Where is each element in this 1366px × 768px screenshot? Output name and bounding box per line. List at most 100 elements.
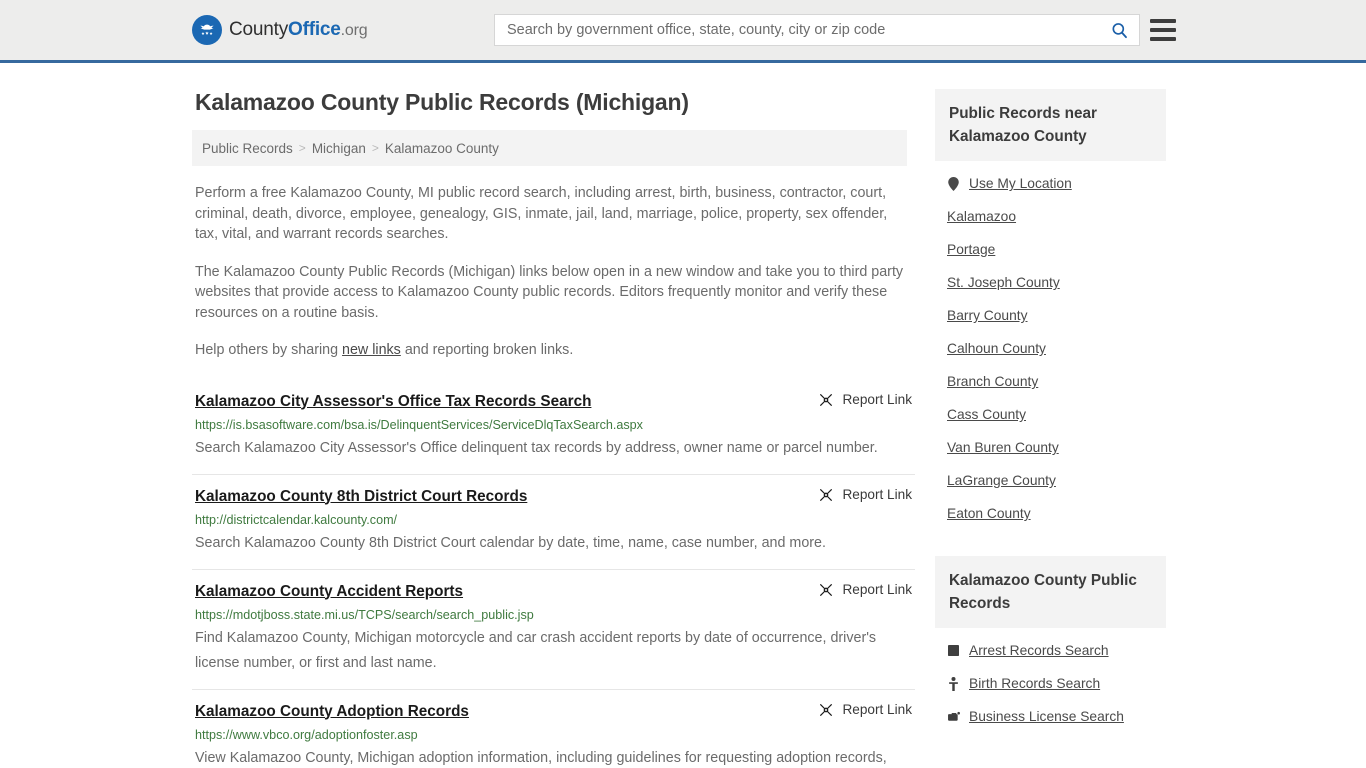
baby-icon (947, 676, 960, 691)
sidebar-item-birth-records-search[interactable]: Birth Records Search (947, 667, 1166, 700)
result-description: Search Kalamazoo County 8th District Cou… (195, 534, 826, 551)
result-description: Find Kalamazoo County, Michigan motorcyc… (195, 629, 877, 671)
logo-text-org: .org (340, 22, 368, 39)
menu-bar-3 (1150, 37, 1176, 41)
sidebar-item-van-buren-county[interactable]: Van Buren County (947, 431, 1166, 464)
new-links-link[interactable]: new links (342, 342, 401, 358)
sidebar-item-branch-county[interactable]: Branch County (947, 365, 1166, 398)
sidebar-link-business-license-search[interactable]: Business License Search (969, 709, 1124, 724)
county-records-title: Kalamazoo County Public Records (935, 556, 1166, 628)
logo-text-office: Office (288, 19, 341, 40)
nearby-records-widget: Public Records near Kalamazoo County Use… (935, 89, 1166, 530)
sidebar-link-birth-records-search[interactable]: Birth Records Search (969, 676, 1100, 691)
sidebar-link-st-joseph-county[interactable]: St. Joseph County (947, 275, 1060, 290)
report-link-label: Report Link (842, 392, 912, 407)
search-button[interactable] (1099, 15, 1139, 45)
results-list: Kalamazoo City Assessor's Office Tax Rec… (192, 380, 915, 768)
result-title-link[interactable]: Kalamazoo City Assessor's Office Tax Rec… (195, 392, 591, 412)
result-description: View Kalamazoo County, Michigan adoption… (195, 749, 887, 766)
county-records-widget: Kalamazoo County Public Records Arrest R… (935, 556, 1166, 733)
report-link-button[interactable]: Report Link (798, 392, 912, 408)
sidebar-link-eaton-county[interactable]: Eaton County (947, 506, 1031, 521)
site-logo[interactable]: CountyOffice.org (192, 15, 368, 45)
sidebar-item-barry-county[interactable]: Barry County (947, 299, 1166, 332)
report-link-label: Report Link (842, 702, 912, 717)
help-line-before: Help others by sharing (195, 342, 343, 358)
result-item: Kalamazoo County Adoption Records Report… (192, 688, 915, 768)
sidebar-link-arrest-records-search[interactable]: Arrest Records Search (969, 643, 1109, 658)
result-header: Kalamazoo City Assessor's Office Tax Rec… (195, 392, 912, 412)
menu-bar-2 (1150, 28, 1176, 32)
broken-link-icon (820, 583, 833, 596)
result-header: Kalamazoo County Adoption Records Report… (195, 702, 912, 722)
sidebar-item-eaton-county[interactable]: Eaton County (947, 497, 1166, 530)
result-item: Kalamazoo City Assessor's Office Tax Rec… (192, 380, 915, 474)
sidebar-link-calhoun-county[interactable]: Calhoun County (947, 341, 1046, 356)
report-link-label: Report Link (842, 487, 912, 502)
search-icon (1111, 22, 1127, 38)
result-url[interactable]: http://districtcalendar.kalcounty.com/ (195, 512, 912, 529)
result-url[interactable]: https://www.vbco.org/adoptionfoster.asp (195, 727, 912, 744)
sidebar-link-van-buren-county[interactable]: Van Buren County (947, 440, 1059, 455)
logo-wordmark: CountyOffice.org (229, 19, 368, 41)
breadcrumb-separator: > (298, 141, 306, 155)
result-header: Kalamazoo County 8th District Court Reco… (195, 487, 912, 507)
sidebar-link-cass-county[interactable]: Cass County (947, 407, 1026, 422)
sidebar-link-barry-county[interactable]: Barry County (947, 308, 1028, 323)
sidebar-item-st-joseph-county[interactable]: St. Joseph County (947, 266, 1166, 299)
briefcase-icon (947, 711, 960, 722)
breadcrumb-item-public-records[interactable]: Public Records (202, 141, 293, 156)
broken-link-icon (820, 393, 833, 406)
fingerprint-icon (947, 645, 960, 656)
logo-text-county: County (229, 19, 289, 40)
sidebar-link-portage[interactable]: Portage (947, 242, 995, 257)
nearby-records-title: Public Records near Kalamazoo County (935, 89, 1166, 161)
result-header: Kalamazoo County Accident Reports Report… (195, 582, 912, 602)
search-bar (494, 14, 1140, 46)
search-input[interactable] (495, 15, 1099, 45)
county-records-list: Arrest Records Search Birth Records Sear… (935, 628, 1166, 733)
result-url[interactable]: https://is.bsasoftware.com/bsa.is/Delinq… (195, 417, 912, 434)
result-title-link[interactable]: Kalamazoo County Accident Reports (195, 582, 463, 602)
breadcrumb-item-kalamazoo-county: Kalamazoo County (384, 140, 499, 156)
help-line-after: and reporting broken links. (400, 342, 574, 358)
nearby-records-list: Use My Location Kalamazoo Portage St. Jo… (935, 161, 1166, 530)
sidebar-item-portage[interactable]: Portage (947, 233, 1166, 266)
report-link-button[interactable]: Report Link (798, 702, 912, 718)
breadcrumb: Public Records > Michigan > Kalamazoo Co… (192, 130, 907, 166)
result-item: Kalamazoo County Accident Reports Report… (192, 568, 915, 689)
sidebar-item-cass-county[interactable]: Cass County (947, 398, 1166, 431)
sidebar-item-calhoun-county[interactable]: Calhoun County (947, 332, 1166, 365)
sidebar-link-branch-county[interactable]: Branch County (947, 374, 1038, 389)
breadcrumb-separator: > (371, 141, 379, 155)
intro-paragraph-2: The Kalamazoo County Public Records (Mic… (195, 263, 904, 321)
sidebar-item-kalamazoo[interactable]: Kalamazoo (947, 200, 1166, 233)
eagle-seal-icon (192, 15, 222, 45)
sidebar-item-arrest-records-search[interactable]: Arrest Records Search (947, 634, 1166, 667)
sidebar-item-use-my-location[interactable]: Use My Location (947, 167, 1166, 200)
sidebar-item-business-license-search[interactable]: Business License Search (947, 700, 1166, 733)
intro-section: Perform a free Kalamazoo County, MI publ… (192, 183, 915, 361)
result-title-link[interactable]: Kalamazoo County Adoption Records (195, 702, 469, 722)
breadcrumb-item-michigan[interactable]: Michigan (312, 141, 366, 156)
result-description: Search Kalamazoo City Assessor's Office … (195, 439, 878, 456)
map-pin-icon (947, 176, 960, 191)
sidebar-link-use-my-location[interactable]: Use My Location (969, 176, 1072, 191)
broken-link-icon (820, 488, 833, 501)
menu-bar-1 (1150, 19, 1176, 23)
intro-paragraph-1: Perform a free Kalamazoo County, MI publ… (195, 185, 888, 242)
main-content: Kalamazoo County Public Records (Michiga… (192, 63, 915, 768)
sidebar-link-lagrange-county[interactable]: LaGrange County (947, 473, 1056, 488)
hamburger-menu-icon[interactable] (1150, 17, 1176, 43)
result-url[interactable]: https://mdotjboss.state.mi.us/TCPS/searc… (195, 607, 912, 624)
site-header: CountyOffice.org (0, 0, 1366, 63)
result-item: Kalamazoo County 8th District Court Reco… (192, 473, 915, 569)
report-link-button[interactable]: Report Link (798, 582, 912, 598)
sidebar-item-lagrange-county[interactable]: LaGrange County (947, 464, 1166, 497)
broken-link-icon (820, 703, 833, 716)
page-body: Kalamazoo County Public Records (Michiga… (0, 63, 1366, 768)
sidebar-link-kalamazoo[interactable]: Kalamazoo (947, 209, 1016, 224)
report-link-button[interactable]: Report Link (798, 487, 912, 503)
result-title-link[interactable]: Kalamazoo County 8th District Court Reco… (195, 487, 527, 507)
page-title: Kalamazoo County Public Records (Michiga… (195, 89, 689, 115)
